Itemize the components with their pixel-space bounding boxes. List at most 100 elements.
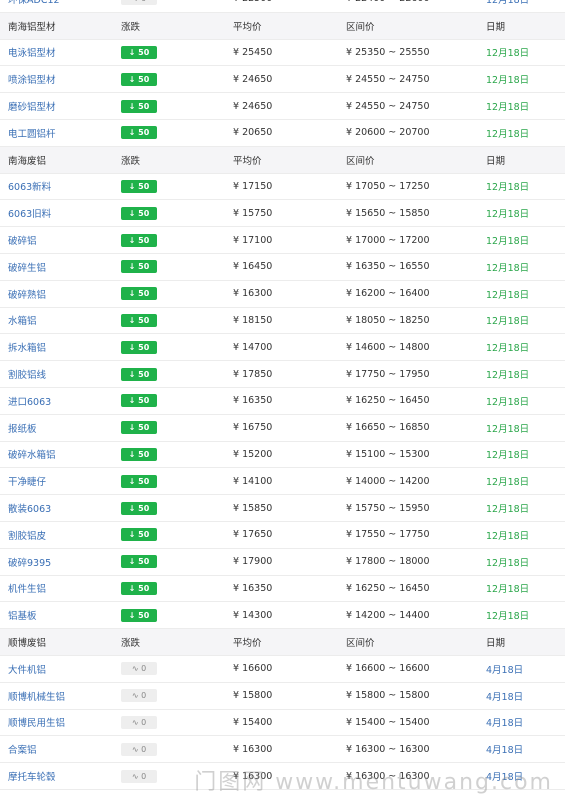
product-name-link[interactable]: 破碎9395 — [8, 558, 51, 569]
column-header-change: 涨跌 — [121, 638, 141, 650]
change-value: 50 — [138, 423, 150, 433]
change-value: 0 — [141, 717, 147, 727]
change-value: 50 — [138, 235, 150, 245]
change-cell: ↓ 50 — [113, 367, 228, 381]
change-cell: ↓ 50 — [113, 474, 228, 488]
arrow-down-icon: ↓ — [128, 396, 139, 406]
column-header-change: 涨跌 — [121, 155, 141, 167]
arrow-down-icon: ↓ — [128, 128, 139, 138]
product-name-link[interactable]: 水箱铝 — [8, 316, 37, 327]
flat-icon: ∿ — [132, 0, 141, 3]
product-name-link[interactable]: 6063旧料 — [8, 209, 51, 220]
table-row: 破碎熟铝 ↓ 50 ¥ 16300 ¥ 16200 ~ 16400 12月18日 — [0, 281, 565, 308]
change-down-badge: ↓ 50 — [121, 555, 157, 569]
average-price: ¥ 15850 — [233, 502, 273, 514]
product-name-link[interactable]: 进口6063 — [8, 397, 51, 408]
change-cell: ↓ 50 — [113, 72, 228, 86]
product-name-link[interactable]: 机件生铝 — [8, 584, 46, 595]
product-name-cell: 拆水箱铝 — [0, 340, 113, 354]
product-name-link[interactable]: 破碎生铝 — [8, 263, 46, 274]
change-value: 50 — [138, 315, 150, 325]
product-name-link[interactable]: 割胶铝皮 — [8, 531, 46, 542]
change-value: 50 — [138, 289, 150, 299]
average-price: ¥ 16300 — [233, 743, 273, 755]
change-value: 50 — [138, 181, 150, 191]
change-cell: ↓ 50 — [113, 126, 228, 140]
product-name-link[interactable]: 破碎熟铝 — [8, 290, 46, 301]
change-flat-badge: ∿ 0 — [121, 742, 157, 756]
product-name-link[interactable]: 电工圆铝杆 — [8, 129, 56, 140]
product-name-cell: 割胶铝皮 — [0, 528, 113, 542]
product-name-link[interactable]: 割胶铝线 — [8, 370, 46, 381]
product-name-link[interactable]: 摩托车轮毂 — [8, 772, 56, 783]
table-row: 割胶铝线 ↓ 50 ¥ 17850 ¥ 17750 ~ 17950 12月18日 — [0, 361, 565, 388]
table-row: 机件生铝 ↓ 50 ¥ 16350 ¥ 16250 ~ 16450 12月18日 — [0, 576, 565, 603]
table-row: 顺博民用生铝 ∿ 0 ¥ 15400 ¥ 15400 ~ 15400 4月18日 — [0, 710, 565, 737]
price-range: ¥ 14600 ~ 14800 — [346, 341, 430, 353]
price-range: ¥ 17000 ~ 17200 — [346, 234, 430, 246]
table-row: 破碎铝 ↓ 50 ¥ 17100 ¥ 17000 ~ 17200 12月18日 — [0, 227, 565, 254]
flat-icon: ∿ — [131, 717, 142, 727]
change-value: 50 — [138, 610, 150, 620]
product-name-cell: 水箱铝 — [0, 313, 113, 327]
column-header-change: 涨跌 — [121, 21, 141, 33]
product-name-link[interactable]: 电泳铝型材 — [8, 48, 56, 59]
product-name-link[interactable]: 拆水箱铝 — [8, 343, 46, 354]
table-row: 环保ADC12 ∿ 0 ¥ 22500¥ 22400 ~ 22600 12月18日 — [0, 0, 565, 13]
price-range: ¥ 18050 ~ 18250 — [346, 314, 430, 326]
average-price: ¥ 16350 — [233, 582, 273, 594]
arrow-down-icon: ↓ — [128, 610, 139, 620]
column-header-range: 区间价 — [346, 155, 375, 167]
product-name-link[interactable]: 散装6063 — [8, 504, 51, 515]
price-range: ¥ 16200 ~ 16400 — [346, 288, 430, 300]
price-range: ¥ 17800 ~ 18000 — [346, 556, 430, 568]
change-down-badge: ↓ 50 — [121, 99, 157, 113]
average-price: ¥ 17150 — [233, 180, 273, 192]
product-name-link[interactable]: 干净睫仔 — [8, 477, 46, 488]
flat-icon: ∿ — [131, 771, 142, 781]
change-cell: ↓ 50 — [113, 233, 228, 247]
table-row: 破碎生铝 ↓ 50 ¥ 16450 ¥ 16350 ~ 16550 12月18日 — [0, 254, 565, 281]
change-value: 50 — [138, 449, 150, 459]
product-name-link[interactable]: 破碎铝 — [8, 236, 37, 247]
table-row: 电泳铝型材 ↓ 50 ¥ 25450 ¥ 25350 ~ 25550 12月18日 — [0, 40, 565, 67]
column-header-date: 日期 — [486, 638, 506, 650]
change-cell: ↓ 50 — [113, 447, 228, 461]
product-name-link[interactable]: 铝基板 — [8, 611, 37, 622]
date-cell: 12月18日 — [486, 343, 530, 355]
price-range: ¥ 15100 ~ 15300 — [346, 448, 430, 460]
product-name-link[interactable]: 磨砂铝型材 — [8, 102, 56, 113]
change-cell: ↓ 50 — [113, 45, 228, 59]
product-name-link[interactable]: 顺博机械生铝 — [8, 692, 65, 703]
change-cell: ∿ 0 — [113, 0, 228, 6]
change-down-badge: ↓ 50 — [121, 501, 157, 515]
table-row: 铝基板 ↓ 50 ¥ 14300 ¥ 14200 ~ 14400 12月18日 — [0, 602, 565, 630]
date-cell: 12月18日 — [486, 48, 530, 60]
product-name-cell: 报纸板 — [0, 421, 113, 435]
product-name-cell: 破碎铝 — [0, 233, 113, 247]
product-name-link[interactable]: 喷涂铝型材 — [8, 75, 56, 86]
product-name-link[interactable]: 环保ADC12 — [8, 0, 60, 6]
column-header-average: 平均价 — [233, 155, 262, 167]
date-cell: 12月18日 — [486, 477, 530, 489]
date-cell: 12月18日 — [486, 236, 530, 248]
product-name-link[interactable]: 6063新料 — [8, 182, 51, 193]
average-price: ¥ 17650 — [233, 529, 273, 541]
product-name-link[interactable]: 报纸板 — [8, 424, 37, 435]
average-price: ¥ 22500 — [228, 0, 340, 4]
product-name-cell: 电工圆铝杆 — [0, 126, 113, 140]
product-name-link[interactable]: 破碎水箱铝 — [8, 450, 56, 461]
change-down-badge: ↓ 50 — [121, 421, 157, 435]
average-price: ¥ 20650 — [233, 127, 273, 139]
product-name-link[interactable]: 顺博民用生铝 — [8, 718, 65, 729]
product-name-link[interactable]: 合案铝 — [8, 745, 37, 756]
section-title: 南海铝型材 — [8, 21, 56, 33]
arrow-down-icon: ↓ — [128, 423, 139, 433]
change-value: 0 — [141, 771, 147, 781]
change-cell: ↓ 50 — [113, 528, 228, 542]
price-range: ¥ 22400 ~ 22600 — [340, 0, 480, 4]
arrow-down-icon: ↓ — [128, 101, 139, 111]
product-name-link[interactable]: 大件机铝 — [8, 665, 46, 676]
change-down-badge: ↓ 50 — [121, 233, 157, 247]
arrow-down-icon: ↓ — [128, 47, 139, 57]
